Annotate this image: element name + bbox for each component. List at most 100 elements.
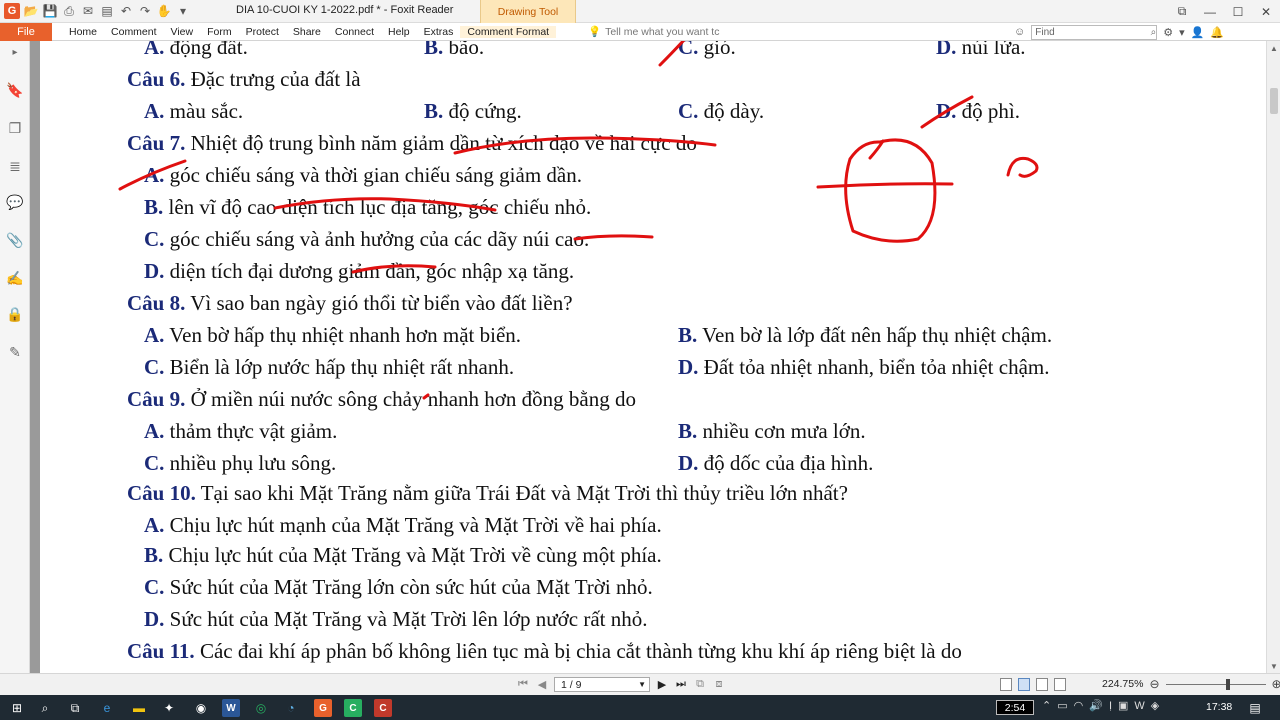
edge-browser-icon[interactable]: e: [98, 699, 116, 717]
question-line: Câu 6. Đặc trưng của đất là: [127, 67, 361, 91]
single-page-view-icon[interactable]: [1000, 677, 1012, 691]
taskbar-search-icon[interactable]: ⌕: [36, 699, 54, 717]
app-logo[interactable]: G: [4, 3, 20, 19]
battery-icon[interactable]: ▭: [1057, 699, 1067, 712]
previous-view-icon[interactable]: ⧉: [693, 678, 707, 691]
zoom-out-icon[interactable]: ⊖: [1149, 677, 1159, 691]
settings-gear-icon[interactable]: ⚙: [1163, 26, 1173, 39]
save-icon[interactable]: 💾: [42, 3, 58, 19]
question-text: Các đai khí áp phân bố không liên tục mà…: [194, 639, 962, 663]
ink-tick: [868, 139, 885, 160]
task-view-icon[interactable]: ⧉: [66, 699, 84, 717]
page-dropdown-icon[interactable]: ▼: [638, 680, 646, 689]
first-page-icon[interactable]: ⏮: [516, 678, 530, 691]
next-view-icon[interactable]: ⧈: [712, 678, 726, 691]
camera-icon[interactable]: ◉: [192, 699, 210, 717]
scan-icon[interactable]: ▤: [99, 3, 115, 19]
tray-overflow-icon[interactable]: ⌃: [1042, 699, 1051, 712]
tab-extras[interactable]: Extras: [417, 26, 461, 38]
comments-icon[interactable]: 💬: [6, 193, 24, 211]
language-icon[interactable]: Ị: [1109, 700, 1112, 712]
answer-option: A. thảm thực vật giảm.: [144, 419, 337, 443]
action-center-icon[interactable]: ▤: [1246, 699, 1264, 717]
edit-tool-icon[interactable]: ✎: [6, 343, 24, 361]
word-icon[interactable]: W: [222, 699, 240, 717]
tab-form[interactable]: Form: [200, 26, 239, 38]
next-page-icon[interactable]: ▶: [655, 678, 669, 691]
option-text: thảm thực vật giảm.: [164, 419, 338, 443]
zoom-slider-knob[interactable]: [1225, 678, 1230, 690]
page-number-input[interactable]: 1 / 9 ▼: [554, 677, 650, 692]
dropdown-icon[interactable]: ▾: [1179, 26, 1185, 39]
tray-app-icon[interactable]: ▣: [1118, 699, 1128, 712]
tab-connect[interactable]: Connect: [328, 26, 381, 38]
zoom-slider[interactable]: [1165, 678, 1266, 691]
tray-word-icon[interactable]: W: [1134, 700, 1144, 712]
app-icon[interactable]: ✦: [160, 699, 178, 717]
windows-start-icon[interactable]: ⊞: [8, 699, 26, 717]
continuous-view-icon[interactable]: [1018, 677, 1030, 691]
foxit-reader-taskbar-icon[interactable]: G: [314, 699, 332, 717]
facing-view-icon[interactable]: [1036, 677, 1048, 691]
network-icon[interactable]: ◠: [1074, 699, 1084, 712]
last-page-icon[interactable]: ⏭: [674, 678, 688, 691]
tab-protect[interactable]: Protect: [239, 26, 286, 38]
prev-page-icon[interactable]: ◀: [535, 678, 549, 691]
tab-share[interactable]: Share: [286, 26, 328, 38]
tab-comment-format[interactable]: Comment Format: [460, 26, 557, 38]
tab-help[interactable]: Help: [381, 26, 417, 38]
open-icon[interactable]: 📂: [23, 3, 39, 19]
option-label: B.: [678, 323, 698, 347]
vertical-scrollbar[interactable]: ▲ ▼: [1266, 41, 1280, 673]
tab-comment[interactable]: Comment: [104, 26, 164, 38]
scroll-thumb[interactable]: [1270, 88, 1278, 114]
question-line: Câu 9. Ở miền núi nước sông chảy nhanh h…: [127, 387, 636, 411]
security-lock-icon[interactable]: 🔒: [6, 305, 24, 323]
scroll-down-icon[interactable]: ▼: [1267, 659, 1280, 673]
volume-icon[interactable]: 🔊: [1089, 699, 1103, 712]
recorder-icon[interactable]: C: [374, 699, 392, 717]
tell-me-box[interactable]: 💡 Tell me what you want tc: [588, 25, 720, 39]
answer-option: D. Đất tỏa nhiệt nhanh, biển tỏa nhiệt c…: [678, 355, 1050, 379]
maximize-icon[interactable]: ☐: [1224, 0, 1252, 23]
answer-option: C. góc chiếu sáng và ảnh hưởng của các d…: [144, 227, 589, 251]
email-icon[interactable]: ✉: [80, 3, 96, 19]
signature-icon[interactable]: ✍: [6, 269, 24, 287]
tray-misc-icon[interactable]: ◈: [1151, 699, 1159, 712]
tab-file[interactable]: File: [0, 23, 52, 41]
option-label: D.: [936, 41, 957, 59]
user-icon[interactable]: 👤: [1191, 26, 1205, 39]
tab-view[interactable]: View: [164, 26, 201, 38]
pages-icon[interactable]: ❐: [6, 119, 24, 137]
camtasia-icon[interactable]: C: [344, 699, 362, 717]
print-icon[interactable]: ⎙: [61, 3, 77, 19]
pdf-page[interactable]: A. động đất. B. bão. C. gió. D. núi lửa. Câu…: [40, 41, 1266, 673]
continuous-facing-view-icon[interactable]: [1054, 677, 1066, 691]
redo-icon[interactable]: ↷: [137, 3, 153, 19]
bookmark-icon[interactable]: 🔖: [6, 81, 24, 99]
smiley-icon[interactable]: ☺: [1014, 26, 1025, 38]
scroll-up-icon[interactable]: ▲: [1267, 41, 1280, 55]
context-tab-drawing-tool[interactable]: Drawing Tool: [480, 0, 576, 23]
ribbon-tabs: Home Comment View Form Protect Share Con…: [62, 23, 557, 41]
tab-home[interactable]: Home: [62, 26, 104, 38]
attachment-icon[interactable]: 📎: [6, 231, 24, 249]
hand-tool-icon[interactable]: ✋: [156, 3, 172, 19]
zoom-level[interactable]: 224.75%: [1102, 678, 1143, 690]
option-text: góc chiếu sáng và thời gian chiếu sáng g…: [164, 163, 582, 187]
search-icon[interactable]: ⌕: [1151, 27, 1157, 38]
undo-icon[interactable]: ↶: [118, 3, 134, 19]
chrome-icon[interactable]: ◎: [252, 699, 270, 717]
ribbon-options-icon[interactable]: ⧉: [1168, 0, 1196, 23]
zalo-icon[interactable]: ◔: [282, 699, 300, 717]
expand-arrow-icon[interactable]: ▸: [6, 43, 24, 61]
close-icon[interactable]: ✕: [1252, 0, 1280, 23]
zoom-in-icon[interactable]: ⊕: [1272, 677, 1280, 691]
customize-dropdown-icon[interactable]: ▾: [175, 3, 191, 19]
minimize-icon[interactable]: —: [1196, 0, 1224, 23]
find-input[interactable]: Find ⌕: [1031, 24, 1158, 40]
option-label: A.: [144, 323, 165, 347]
layers-icon[interactable]: ≣: [6, 157, 24, 175]
notification-icon[interactable]: 🔔: [1210, 26, 1224, 39]
file-explorer-icon[interactable]: ▬: [130, 699, 148, 717]
